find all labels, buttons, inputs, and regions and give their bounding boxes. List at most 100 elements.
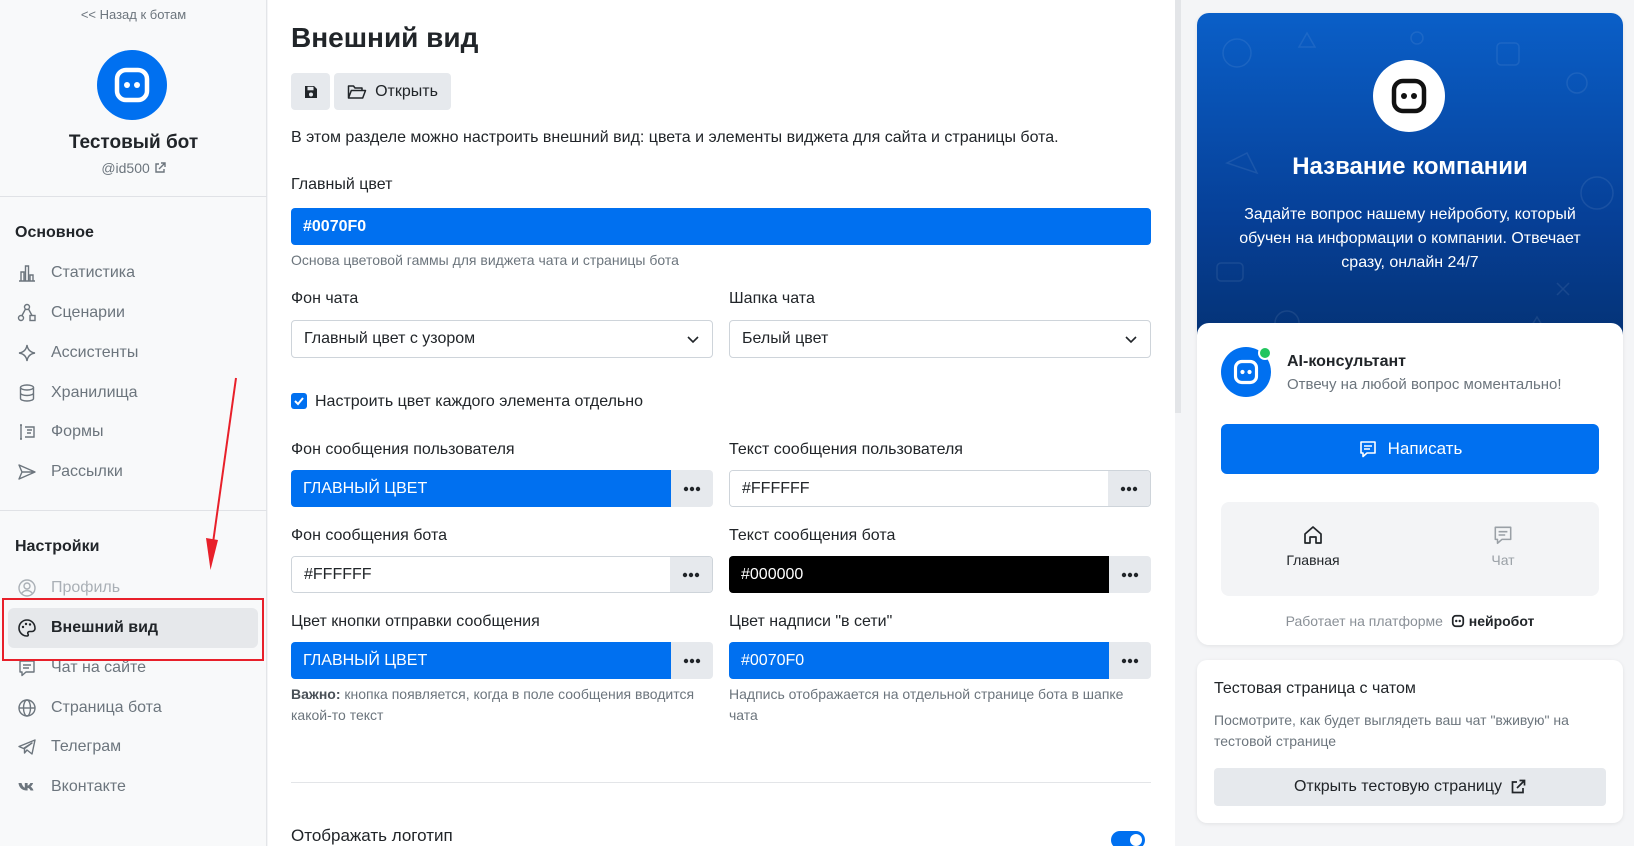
bot-msg-bg-field[interactable]: #FFFFFF	[291, 556, 713, 593]
bot-msg-text-value[interactable]: #000000	[729, 556, 1109, 593]
online-indicator	[1258, 346, 1272, 360]
bot-handle[interactable]: @id500	[0, 160, 267, 176]
tab-home[interactable]: Главная	[1253, 524, 1373, 568]
bot-logo-icon	[114, 67, 150, 103]
send-btn-color-value[interactable]: ГЛАВНЫЙ ЦВЕТ	[291, 642, 671, 679]
home-icon	[1304, 526, 1322, 544]
chat-bg-select[interactable]: Главный цвет с узором	[291, 320, 713, 358]
chevron-down-icon	[687, 336, 699, 344]
dots-icon	[1121, 658, 1139, 663]
sidebar-item-assistants[interactable]: Ассистенты	[8, 333, 258, 373]
bot-msg-text-label: Текст сообщения бота	[729, 527, 896, 544]
sidebar-item-label: Сценарии	[51, 304, 125, 321]
external-link-icon	[1511, 779, 1526, 794]
chat-bg-label: Фон чата	[291, 290, 359, 307]
per-element-label[interactable]: Настроить цвет каждого элемента отдельно	[315, 393, 643, 411]
save-button[interactable]	[291, 73, 330, 110]
back-to-bots-link[interactable]: << Назад к ботам	[0, 7, 267, 22]
primary-color-input[interactable]: #0070F0	[291, 208, 1151, 245]
test-page-card: Тестовая страница с чатом Посмотрите, ка…	[1197, 660, 1623, 823]
preview-header: Название компании Задайте вопрос нашему …	[1197, 13, 1623, 363]
send-btn-color-field[interactable]: ГЛАВНЫЙ ЦВЕТ	[291, 642, 713, 679]
chat-icon	[17, 658, 37, 678]
user-msg-bg-field[interactable]: ГЛАВНЫЙ ЦВЕТ	[291, 470, 713, 507]
preview-tabs: Главная Чат	[1221, 502, 1599, 596]
dots-icon	[683, 658, 701, 663]
sidebar-item-bot-page[interactable]: Страница бота	[8, 688, 258, 728]
neurobot-logo-icon	[1451, 614, 1464, 628]
dots-icon	[1120, 486, 1138, 491]
sidebar-item-telegram[interactable]: Телеграм	[8, 727, 258, 767]
chevron-down-icon	[1125, 336, 1137, 344]
user-msg-bg-value[interactable]: ГЛАВНЫЙ ЦВЕТ	[291, 470, 671, 507]
dots-icon	[683, 486, 701, 491]
primary-color-label: Главный цвет	[291, 176, 393, 193]
sidebar-item-label: Профиль	[51, 579, 121, 596]
save-icon	[304, 85, 317, 98]
widget-preview: Название компании Задайте вопрос нашему …	[1197, 13, 1623, 645]
per-element-checkbox[interactable]	[291, 393, 307, 409]
intro-text: В этом разделе можно настроить внешний в…	[291, 129, 1059, 146]
online-color-label: Цвет надписи "в сети"	[729, 613, 893, 630]
more-options-button[interactable]	[670, 557, 712, 592]
powered-by[interactable]: Работает на платформе нейробот	[1197, 613, 1623, 629]
online-color-field[interactable]: #0070F0	[729, 642, 1151, 679]
tab-home-label: Главная	[1286, 552, 1340, 568]
open-button[interactable]: Открыть	[334, 73, 451, 110]
sidebar-item-label: Вконтакте	[51, 778, 126, 795]
annotation-highlight-box	[2, 598, 264, 661]
bot-logo-icon	[1391, 78, 1427, 114]
chat-bg-value: Главный цвет с узором	[304, 330, 476, 347]
ai-subtitle: Отвечу на любой вопрос моментально!	[1287, 376, 1562, 393]
bot-avatar	[97, 50, 167, 120]
section-settings-title: Настройки	[15, 538, 100, 555]
section-divider	[291, 782, 1151, 783]
send-btn-hint-bold: Важно:	[291, 686, 341, 702]
check-icon	[294, 397, 304, 406]
user-msg-text-label: Текст сообщения пользователя	[729, 441, 963, 458]
sidebar-item-label: Страница бота	[51, 699, 162, 716]
more-options-button[interactable]	[1109, 642, 1151, 679]
vk-icon	[17, 777, 37, 797]
company-name: Название компании	[1292, 153, 1528, 180]
bot-msg-bg-value[interactable]: #FFFFFF	[292, 557, 670, 592]
ai-name: AI-консультант	[1287, 353, 1406, 370]
send-btn-color-label: Цвет кнопки отправки сообщения	[291, 613, 540, 630]
main-content: Внешний вид Открыть В этом разделе можно…	[268, 0, 1175, 846]
more-options-button[interactable]	[671, 470, 713, 507]
online-color-value[interactable]: #0070F0	[729, 642, 1109, 679]
external-link-icon	[154, 162, 166, 173]
bot-handle-text: @id500	[101, 160, 150, 176]
sidebar-item-vk[interactable]: Вконтакте	[8, 767, 258, 807]
user-msg-text-field[interactable]: #FFFFFF	[729, 470, 1151, 507]
open-test-page-button[interactable]: Открыть тестовую страницу	[1214, 768, 1606, 806]
sidebar-item-label: Статистика	[51, 264, 136, 281]
bot-logo-icon	[1233, 359, 1259, 385]
bar-chart-icon	[17, 263, 37, 283]
show-logo-toggle[interactable]	[1111, 831, 1145, 846]
write-button[interactable]: Написать	[1221, 424, 1599, 474]
chat-header-select[interactable]: Белый цвет	[729, 320, 1151, 358]
section-main-title: Основное	[15, 224, 94, 241]
sidebar-item-scenarios[interactable]: Сценарии	[8, 293, 258, 333]
show-logo-label: Отображать логотип	[291, 826, 453, 845]
page-title: Внешний вид	[291, 22, 479, 53]
chat-icon	[1494, 526, 1512, 545]
sidebar-divider	[0, 196, 267, 197]
annotation-arrow	[206, 377, 237, 570]
scrollbar[interactable]	[1175, 0, 1181, 413]
user-msg-text-value[interactable]: #FFFFFF	[730, 471, 1108, 506]
bot-msg-text-field[interactable]: #000000	[729, 556, 1151, 593]
more-options-button[interactable]	[1108, 471, 1150, 506]
bot-name: Тестовый бот	[68, 132, 199, 153]
user-circle-icon	[17, 578, 37, 598]
flow-icon	[17, 303, 37, 323]
tab-chat[interactable]: Чат	[1443, 524, 1563, 568]
more-options-button[interactable]	[671, 642, 713, 679]
sidebar-item-statistics[interactable]: Статистика	[8, 253, 258, 293]
send-icon	[17, 462, 37, 482]
globe-icon	[17, 698, 37, 718]
sidebar: << Назад к ботам Тестовый бот @id500 Осн…	[0, 0, 267, 846]
company-description: Задайте вопрос нашему нейроботу, который…	[1239, 206, 1581, 271]
more-options-button[interactable]	[1109, 556, 1151, 593]
